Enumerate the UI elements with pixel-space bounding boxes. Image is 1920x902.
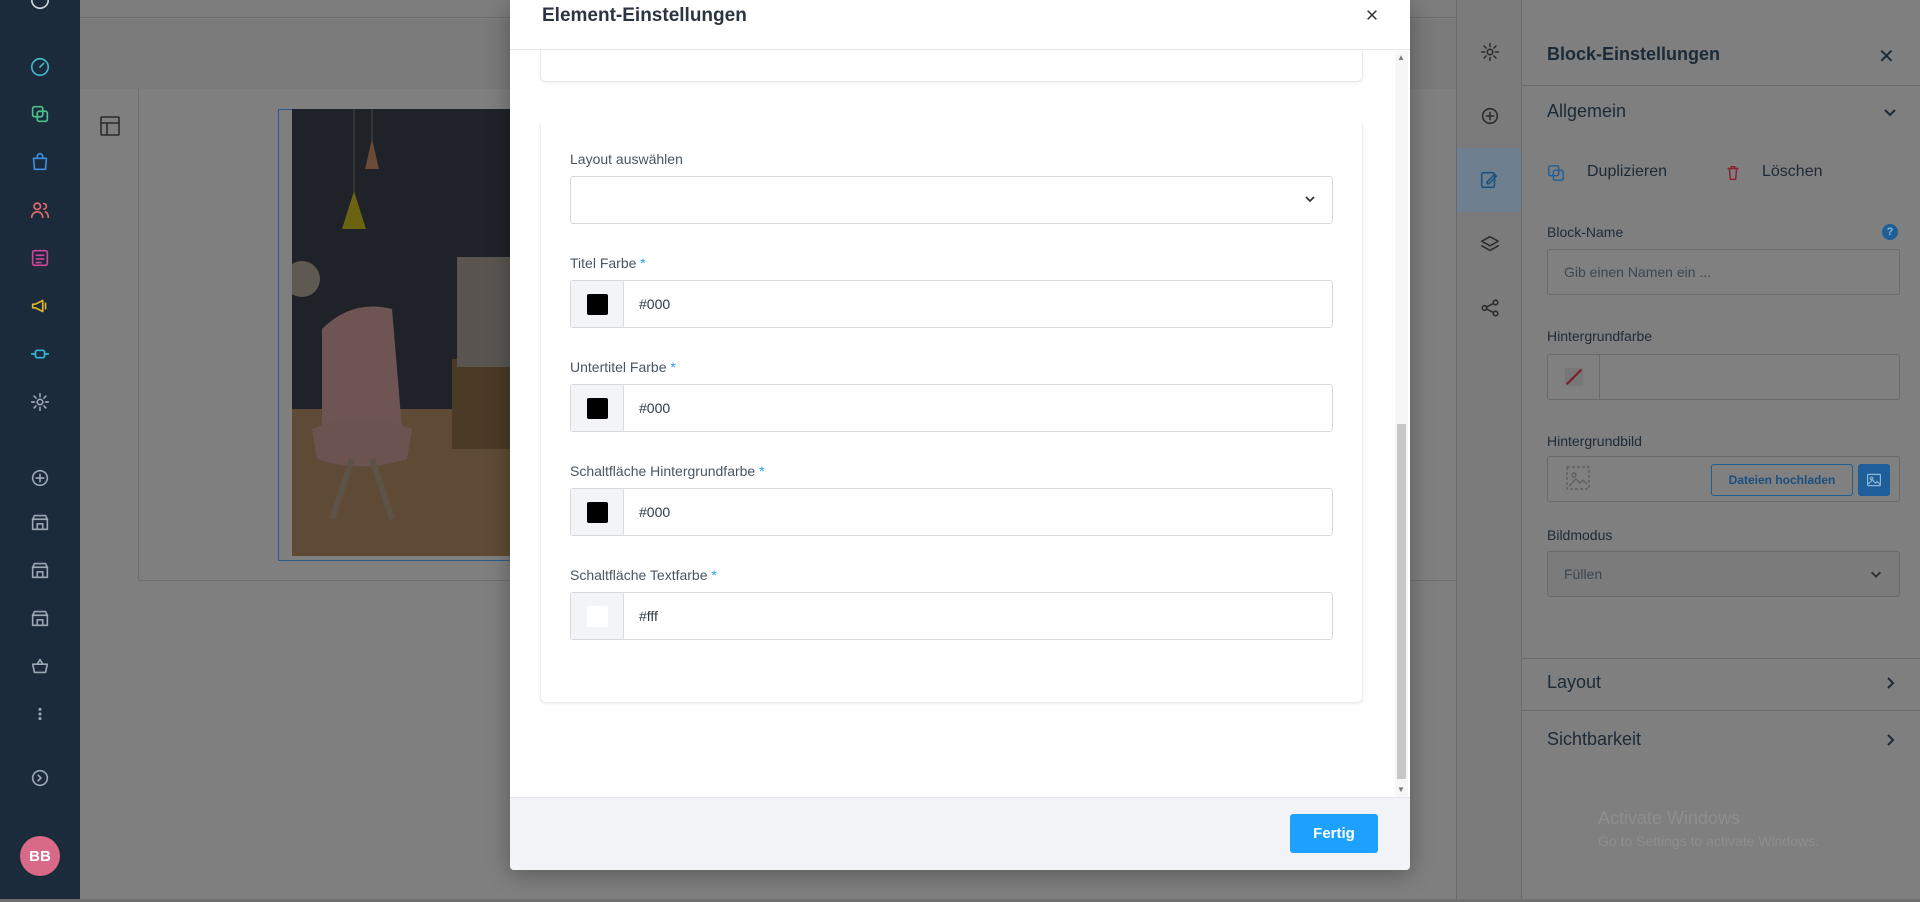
edit-tool-active[interactable] — [1457, 148, 1521, 212]
expand-sidebar-icon[interactable] — [28, 766, 52, 790]
element-settings-modal: Element-Einstellungen Layout auswählen T… — [510, 0, 1410, 870]
button-text-color-field[interactable]: #fff — [570, 592, 1333, 640]
button-bg-color-field[interactable]: #000 — [570, 488, 1333, 536]
bg-image-label: Hintergrundbild — [1547, 433, 1642, 449]
windows-watermark-title: Activate Windows — [1598, 808, 1741, 828]
chevron-down-icon[interactable] — [1882, 104, 1898, 123]
store-icon-2[interactable] — [28, 558, 52, 582]
button-bg-color-label: Schaltfläche Hintergrundfarbe * — [570, 463, 765, 479]
block-settings-panel: Block-Einstellungen ✕ Allgemein Duplizie… — [1522, 0, 1920, 902]
logo-icon — [28, 0, 52, 12]
title-color-swatch[interactable] — [571, 281, 624, 327]
pages-icon[interactable] — [28, 102, 52, 126]
modal-header: Element-Einstellungen — [510, 0, 1410, 50]
previous-settings-card — [540, 51, 1363, 82]
image-mode-label: Bildmodus — [1547, 527, 1613, 543]
duplicate-icon[interactable] — [1547, 164, 1565, 187]
more-vertical-icon[interactable] — [28, 702, 52, 726]
bg-color-field[interactable] — [1547, 354, 1900, 400]
modal-title: Element-Einstellungen — [542, 5, 747, 26]
upload-files-button[interactable]: Dateien hochladen — [1711, 464, 1853, 496]
right-tool-rail — [1456, 0, 1522, 902]
content-list-icon[interactable] — [28, 246, 52, 270]
subtitle-color-swatch[interactable] — [571, 385, 624, 431]
chevron-down-icon — [1305, 196, 1315, 203]
basket-icon[interactable] — [28, 654, 52, 678]
block-name-label: Block-Name — [1547, 224, 1624, 240]
hero-image — [292, 109, 510, 556]
delete-button[interactable]: Löschen — [1762, 163, 1823, 181]
scroll-down-icon[interactable]: ▼ — [1397, 785, 1405, 794]
subtitle-color-field[interactable]: #000 — [570, 384, 1333, 432]
layers-icon[interactable] — [1478, 232, 1502, 256]
left-navigation: BB — [0, 0, 80, 902]
button-text-color-swatch[interactable] — [571, 593, 624, 639]
section-visibility[interactable]: Sichtbarkeit — [1547, 729, 1641, 750]
layout-select-label: Layout auswählen — [570, 151, 683, 167]
button-text-color-value[interactable]: #fff — [624, 593, 1332, 639]
done-button[interactable]: Fertig — [1290, 814, 1378, 853]
store-icon-3[interactable] — [28, 606, 52, 630]
settings-gear-icon[interactable] — [1478, 40, 1502, 64]
subtitle-color-value[interactable]: #000 — [624, 385, 1332, 431]
panel-close-icon[interactable]: ✕ — [1878, 44, 1895, 69]
close-icon[interactable] — [1360, 3, 1384, 27]
bg-color-label: Hintergrundfarbe — [1547, 328, 1653, 344]
user-avatar[interactable]: BB — [20, 836, 60, 876]
chevron-right-icon[interactable] — [1882, 732, 1898, 751]
title-color-field[interactable]: #000 — [570, 280, 1333, 328]
button-text-color-label: Schaltfläche Textfarbe * — [570, 567, 717, 583]
modal-scrollbar[interactable]: ▲ ▼ — [1395, 51, 1408, 797]
block-name-input[interactable]: Gib einen Namen ein ... — [1547, 249, 1900, 295]
image-placeholder-icon — [1564, 464, 1592, 495]
image-mode-select[interactable]: Füllen — [1547, 551, 1900, 597]
add-block-icon[interactable] — [1478, 104, 1502, 128]
layout-template-icon[interactable] — [98, 114, 122, 138]
shop-bag-icon[interactable] — [28, 150, 52, 174]
trash-icon[interactable] — [1724, 164, 1742, 187]
windows-watermark-subtitle: Go to Settings to activate Windows. — [1598, 833, 1819, 849]
scroll-thumb[interactable] — [1397, 424, 1406, 779]
help-icon[interactable]: ? — [1882, 224, 1898, 240]
image-library-icon[interactable] — [1858, 464, 1890, 496]
dashboard-icon[interactable] — [28, 55, 52, 79]
section-layout[interactable]: Layout — [1547, 672, 1601, 693]
subtitle-color-label: Untertitel Farbe * — [570, 359, 676, 375]
settings-gear-icon[interactable] — [28, 390, 52, 414]
chevron-down-icon — [1871, 571, 1881, 578]
modal-body: Layout auswählen Titel Farbe * #000 Unte… — [510, 51, 1410, 797]
no-color-swatch-icon[interactable] — [1548, 355, 1600, 399]
chevron-right-icon[interactable] — [1882, 675, 1898, 694]
button-bg-color-value[interactable]: #000 — [624, 489, 1332, 535]
modal-footer: Fertig — [510, 797, 1410, 870]
users-icon[interactable] — [28, 198, 52, 222]
title-color-value[interactable]: #000 — [624, 281, 1332, 327]
layout-select[interactable] — [570, 176, 1333, 224]
button-bg-color-swatch[interactable] — [571, 489, 624, 535]
scroll-up-icon[interactable]: ▲ — [1397, 53, 1405, 62]
share-icon[interactable] — [1478, 296, 1502, 320]
marketing-megaphone-icon[interactable] — [28, 294, 52, 318]
integrations-plug-icon[interactable] — [28, 342, 52, 366]
section-general[interactable]: Allgemein — [1547, 101, 1626, 122]
panel-title: Block-Einstellungen — [1547, 44, 1721, 64]
add-circle-icon[interactable] — [28, 466, 52, 490]
duplicate-button[interactable]: Duplizieren — [1587, 163, 1667, 181]
store-icon[interactable] — [28, 510, 52, 534]
title-color-label: Titel Farbe * — [570, 255, 646, 271]
